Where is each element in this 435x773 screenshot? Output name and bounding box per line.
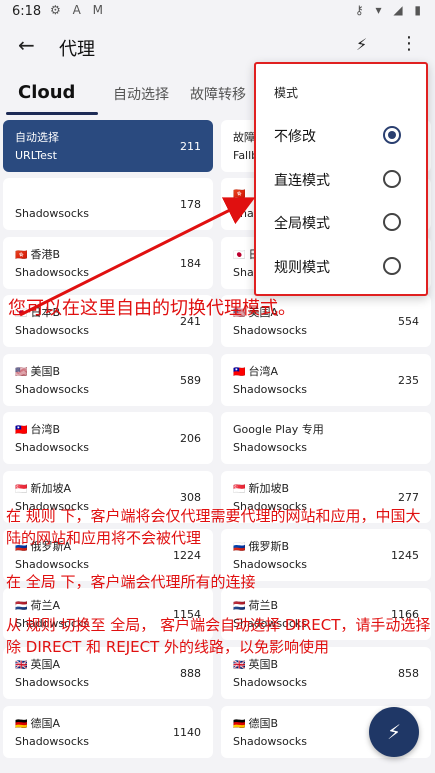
mode-option-label: 直连模式 — [274, 173, 330, 189]
annotation-rule-mode: 在 规则 下，客户端将会仅代理需要代理的网站和应用，中国大陆的网站和应用将不会被… — [6, 507, 421, 547]
speed-test-fab[interactable]: ⚡︎ — [369, 707, 419, 757]
back-arrow-icon[interactable]: ← — [18, 33, 35, 57]
jp-flag-icon: 🇯🇵 — [233, 250, 246, 261]
annotation-headline: 您可以在这里自由的切换代理模式。 — [8, 298, 296, 319]
page-title: 代理 — [59, 39, 95, 60]
mode-option-label: 规则模式 — [274, 260, 330, 276]
proxy-name: 🇬🇧 英国A — [15, 658, 60, 671]
proxy-delay: 888 — [180, 667, 201, 680]
mode-menu: 模式 不修改 直连模式 全局模式 规则模式 — [254, 62, 428, 296]
proxy-delay: 1245 — [391, 549, 419, 562]
radio-checked-icon[interactable] — [383, 126, 401, 144]
de-flag-icon: 🇩🇪 — [233, 719, 246, 730]
proxy-name: 🇸🇬 新加坡B — [233, 482, 289, 495]
status-bar: 6:18 ⚙ A M ⚷ ▾ ◢ ▮ — [0, 0, 435, 24]
notification-icons: ⚙ A M — [50, 3, 107, 17]
proxy-name: 🇭🇰 香港B — [15, 248, 60, 261]
proxy-card-taiwan-b[interactable]: 🇹🇼 台湾B Shadowsocks 206 — [3, 412, 213, 464]
mode-menu-title: 模式 — [274, 86, 299, 100]
proxy-delay: 211 — [180, 140, 201, 153]
proxy-type: Shadowsocks — [15, 441, 90, 454]
nl-flag-icon: 🇳🇱 — [233, 601, 246, 612]
proxy-name: 🇩🇪 德国B — [233, 717, 278, 730]
us-flag-icon: 🇺🇸 — [15, 367, 28, 378]
tw-flag-icon: 🇹🇼 — [233, 367, 246, 378]
uk-flag-icon: 🇬🇧 — [15, 660, 28, 671]
proxy-type: Shadowsocks — [233, 383, 308, 396]
proxy-type: Shadowsocks — [233, 558, 308, 571]
proxy-card-germany-a[interactable]: 🇩🇪 德国A Shadowsocks 1140 — [3, 706, 213, 758]
proxy-type: Shadowsocks — [15, 676, 90, 689]
proxy-name: 🇳🇱 荷兰A — [15, 599, 60, 612]
sg-flag-icon: 🇸🇬 — [233, 484, 246, 495]
radio-unchecked-icon[interactable] — [383, 170, 401, 188]
tab-indicator — [6, 112, 98, 115]
radio-unchecked-icon[interactable] — [383, 257, 401, 275]
proxy-type: Shadowsocks — [15, 266, 90, 279]
proxy-type: Shadowsocks — [15, 207, 90, 220]
proxy-delay: 184 — [180, 257, 201, 270]
hk-flag-icon: 🇭🇰 — [15, 250, 28, 261]
proxy-delay: 308 — [180, 491, 201, 504]
proxy-card-auto-select[interactable]: 自动选择 URLTest 211 — [3, 120, 213, 172]
proxy-card-usa-b[interactable]: 🇺🇸 美国B Shadowsocks 589 — [3, 354, 213, 406]
annotation-global-mode: 在 全局 下，客户端会代理所有的连接 — [6, 573, 256, 591]
proxy-name: 自动选择 — [15, 131, 59, 144]
proxy-delay: 235 — [398, 374, 419, 387]
lightning-icon: ⚡︎ — [386, 720, 402, 744]
proxy-card-google-play[interactable]: Google Play 专用 Shadowsocks — [221, 412, 431, 464]
tw-flag-icon: 🇹🇼 — [15, 425, 28, 436]
mode-option-label: 不修改 — [274, 129, 316, 145]
proxy-type: Shadowsocks — [233, 324, 308, 337]
proxy-name: 🇹🇼 台湾A — [233, 365, 278, 378]
status-time: 6:18 — [12, 4, 42, 19]
hk-flag-icon: 🇭🇰 — [233, 189, 246, 200]
proxy-delay: 178 — [180, 198, 201, 211]
nl-flag-icon: 🇳🇱 — [15, 601, 28, 612]
uk-flag-icon: 🇬🇧 — [233, 660, 246, 671]
de-flag-icon: 🇩🇪 — [15, 719, 28, 730]
proxy-delay: 1224 — [173, 549, 201, 562]
proxy-name: Google Play 专用 — [233, 423, 324, 436]
proxy-type: Shadowsocks — [15, 735, 90, 748]
proxy-name: 🇸🇬 新加坡A — [15, 482, 71, 495]
proxy-delay: 277 — [398, 491, 419, 504]
proxy-name: 🇹🇼 台湾B — [15, 423, 60, 436]
system-icons: ⚷ ▾ ◢ ▮ — [354, 3, 425, 17]
lightning-icon[interactable]: ⚡︎ — [356, 35, 367, 54]
tab-fallback[interactable]: 故障转移 — [190, 84, 246, 104]
proxy-delay: 206 — [180, 432, 201, 445]
mode-option-label: 全局模式 — [274, 216, 330, 232]
proxy-name: 🇩🇪 德国A — [15, 717, 60, 730]
proxy-name: 🇬🇧 英国B — [233, 658, 278, 671]
annotation-switch-note: 从 规则 切换至 全局， 客户端会自动选择 DIRECT，请手动选择除 DIRE… — [6, 616, 431, 656]
proxy-delay: 1140 — [173, 726, 201, 739]
proxy-name: 🇭🇰 — [233, 187, 248, 200]
proxy-type: Shadowsocks — [15, 558, 90, 571]
proxy-type: Shadowsocks — [233, 676, 308, 689]
proxy-type: Shadowsocks — [233, 735, 308, 748]
proxy-card-hongkong-b[interactable]: 🇭🇰 香港B Shadowsocks 184 — [3, 237, 213, 289]
proxy-card[interactable]: Shadowsocks 178 — [3, 178, 213, 230]
sg-flag-icon: 🇸🇬 — [15, 484, 28, 495]
proxy-type: URLTest — [15, 149, 57, 162]
radio-unchecked-icon[interactable] — [383, 213, 401, 231]
proxy-type: Shadowsocks — [233, 441, 308, 454]
proxy-name: 🇺🇸 美国B — [15, 365, 60, 378]
proxy-delay: 589 — [180, 374, 201, 387]
proxy-card-taiwan-a[interactable]: 🇹🇼 台湾A Shadowsocks 235 — [221, 354, 431, 406]
proxy-name: 🇳🇱 荷兰B — [233, 599, 278, 612]
proxy-delay: 858 — [398, 667, 419, 680]
more-vert-icon[interactable]: ⋮ — [400, 33, 418, 54]
proxy-name: 故障 — [233, 131, 255, 144]
tab-auto-select[interactable]: 自动选择 — [113, 84, 169, 104]
tab-cloud[interactable]: Cloud — [18, 82, 75, 103]
proxy-type: Shadowsocks — [15, 324, 90, 337]
proxy-type: Shadowsocks — [15, 383, 90, 396]
